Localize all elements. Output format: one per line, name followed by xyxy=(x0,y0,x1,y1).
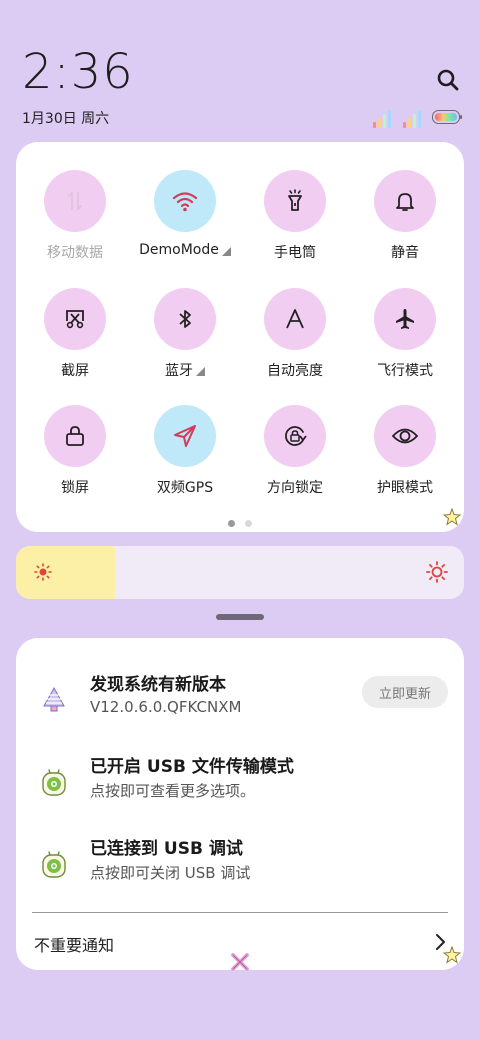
notification-panel: 发现系统有新版本 V12.0.6.0.QFKCNXM 立即更新 已开启 USB … xyxy=(16,638,464,970)
notification-subtitle: V12.0.6.0.QFKCNXM xyxy=(90,698,242,716)
eye-icon xyxy=(391,428,419,444)
flashlight-icon xyxy=(288,189,302,211)
tile-circle xyxy=(264,170,326,232)
notification-usb-transfer[interactable]: 已开启 USB 文件传输模式 点按即可查看更多选项。 xyxy=(16,752,464,812)
tile-label: 手电筒 xyxy=(274,245,316,261)
tile-auto-brightness[interactable]: 自动亮度 xyxy=(240,288,350,398)
drag-handle[interactable] xyxy=(216,614,264,620)
tile-label: 双频GPS xyxy=(156,480,214,496)
brightness-slider[interactable] xyxy=(16,546,464,599)
tile-flashlight[interactable]: 手电筒 xyxy=(240,170,350,280)
tile-circle xyxy=(374,405,436,467)
notification-usb-debug[interactable]: 已连接到 USB 调试 点按即可关闭 USB 调试 xyxy=(16,834,464,894)
tile-label: 蓝牙 xyxy=(165,360,205,380)
signal-icon xyxy=(373,110,391,128)
star-sticker-icon xyxy=(443,946,461,964)
tile-dual-gps[interactable]: 双频GPS xyxy=(130,405,240,515)
unimportant-notifications-link[interactable]: 不重要通知 xyxy=(34,932,114,956)
tile-circle xyxy=(264,288,326,350)
tile-lock-screen[interactable]: 锁屏 xyxy=(20,405,130,515)
tile-circle xyxy=(44,170,106,232)
tile-circle xyxy=(154,288,216,350)
battery-icon xyxy=(432,110,462,124)
brightness-high-icon xyxy=(426,561,448,583)
page-dot xyxy=(245,520,252,527)
tile-circle xyxy=(44,288,106,350)
auto-brightness-icon xyxy=(286,309,304,329)
date-label: 1月30日 周六 xyxy=(22,111,110,127)
update-now-button[interactable]: 立即更新 xyxy=(362,676,448,708)
bell-icon xyxy=(396,193,414,211)
tile-circle xyxy=(264,405,326,467)
screenshot-icon xyxy=(66,310,84,329)
status-header: 2:36 1月30日 周六 xyxy=(0,0,480,140)
tile-label: 移动数据 xyxy=(47,245,103,261)
android-settings-icon xyxy=(42,851,66,878)
rotation-lock-icon xyxy=(285,426,307,446)
tile-label: 静音 xyxy=(391,245,419,261)
airplane-icon xyxy=(396,309,414,329)
page-dot-active xyxy=(228,520,235,527)
notification-subtitle: 点按即可查看更多选项。 xyxy=(90,782,256,800)
tile-mobile-data[interactable]: 移动数据 xyxy=(20,170,130,280)
tile-bluetooth[interactable]: 蓝牙 xyxy=(130,288,240,398)
tile-circle xyxy=(44,405,106,467)
notification-icon xyxy=(38,766,70,798)
tile-silent[interactable]: 静音 xyxy=(350,170,460,280)
system-update-icon xyxy=(43,686,65,712)
search-icon xyxy=(437,69,459,91)
tile-circle xyxy=(154,170,216,232)
mobile-data-icon xyxy=(68,192,82,210)
brightness-low-icon xyxy=(34,563,52,581)
expand-triangle-icon xyxy=(196,367,205,376)
notification-icon xyxy=(38,684,70,716)
tile-label: 截屏 xyxy=(61,363,89,379)
brightness-fill xyxy=(16,546,115,599)
android-settings-icon xyxy=(42,769,66,796)
tile-label: DemoMode xyxy=(139,242,231,258)
tile-label: 自动亮度 xyxy=(267,363,323,379)
quick-settings-panel: 移动数据 DemoMode 手电筒 静音 截屏 蓝牙 自动亮度 飞行模式 锁屏 … xyxy=(16,142,464,532)
search-button[interactable] xyxy=(432,64,464,96)
tile-eye-care[interactable]: 护眼模式 xyxy=(350,405,460,515)
notification-title: 已开启 USB 文件传输模式 xyxy=(90,757,294,777)
notification-title: 已连接到 USB 调试 xyxy=(90,839,243,859)
notification-subtitle: 点按即可关闭 USB 调试 xyxy=(90,864,251,882)
tile-label: 方向锁定 xyxy=(267,480,323,496)
notification-title: 发现系统有新版本 xyxy=(90,675,226,695)
tile-label: 锁屏 xyxy=(61,480,89,496)
tile-screenshot[interactable]: 截屏 xyxy=(20,288,130,398)
status-icons xyxy=(372,104,462,128)
tile-label: 飞行模式 xyxy=(377,363,433,379)
clear-all-icon[interactable] xyxy=(228,950,252,974)
tile-circle xyxy=(374,288,436,350)
wifi-icon xyxy=(172,192,198,212)
lock-icon xyxy=(66,426,84,446)
tile-airplane[interactable]: 飞行模式 xyxy=(350,288,460,398)
notification-icon xyxy=(38,848,70,880)
gps-icon xyxy=(174,425,196,447)
divider xyxy=(32,912,448,913)
tile-circle xyxy=(374,170,436,232)
bluetooth-icon xyxy=(179,310,191,328)
star-sticker-icon xyxy=(443,508,461,526)
tile-label: 护眼模式 xyxy=(377,480,433,496)
tile-wifi[interactable]: DemoMode xyxy=(130,170,240,280)
tile-circle xyxy=(154,405,216,467)
signal-icon xyxy=(403,110,421,128)
expand-triangle-icon xyxy=(221,247,231,256)
tile-rotation-lock[interactable]: 方向锁定 xyxy=(240,405,350,515)
clock: 2:36 xyxy=(22,44,134,100)
page-indicator xyxy=(228,520,252,527)
